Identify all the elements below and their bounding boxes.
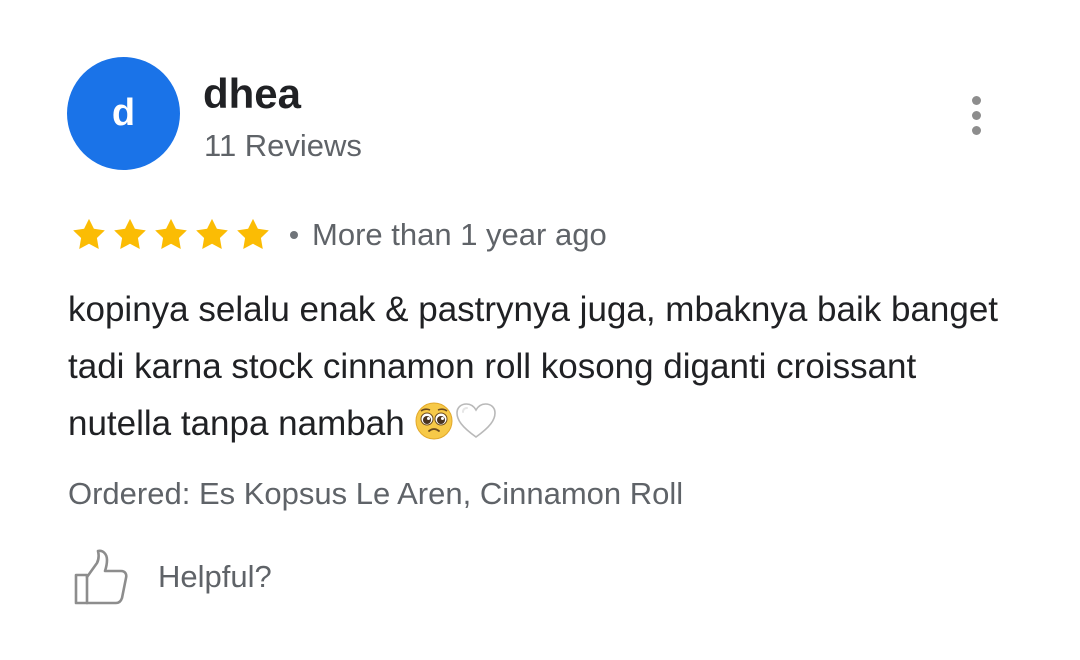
review-text: kopinya selalu enak & pastrynya juga, mb… <box>68 290 999 443</box>
thumbs-up-icon[interactable] <box>70 546 132 608</box>
review-time: More than 1 year ago <box>312 217 607 252</box>
rating-row: More than 1 year ago <box>70 211 607 259</box>
star-icon <box>237 218 269 249</box>
helpful-label: Helpful? <box>158 559 272 594</box>
more-vert-icon-dot <box>971 110 981 120</box>
star-icon <box>114 218 146 249</box>
avatar[interactable]: d <box>67 57 180 170</box>
review-count: 11 Reviews <box>204 128 362 163</box>
star-icon <box>73 218 105 249</box>
ordered-items: Ordered: Es Kopsus Le Aren, Cinnamon Rol… <box>68 476 684 511</box>
more-options-button[interactable] <box>955 90 997 140</box>
star-rating <box>70 216 272 254</box>
reviewer-name[interactable]: dhea <box>203 66 301 122</box>
separator-dot <box>290 231 298 239</box>
white-heart-emoji <box>456 403 497 438</box>
pleading-face-emoji <box>415 402 453 440</box>
helpful-button[interactable]: Helpful? <box>70 544 272 610</box>
review-body: kopinya selalu enak & pastrynya juga, mb… <box>68 281 1028 452</box>
star-icon <box>196 218 228 249</box>
avatar-letter: d <box>111 92 136 134</box>
more-vert-icon-dot <box>971 125 981 135</box>
more-vert-icon-dot <box>971 95 981 105</box>
star-icon <box>155 218 187 249</box>
review-card: d dhea 11 Reviews More than 1 year ago k… <box>0 0 1080 660</box>
